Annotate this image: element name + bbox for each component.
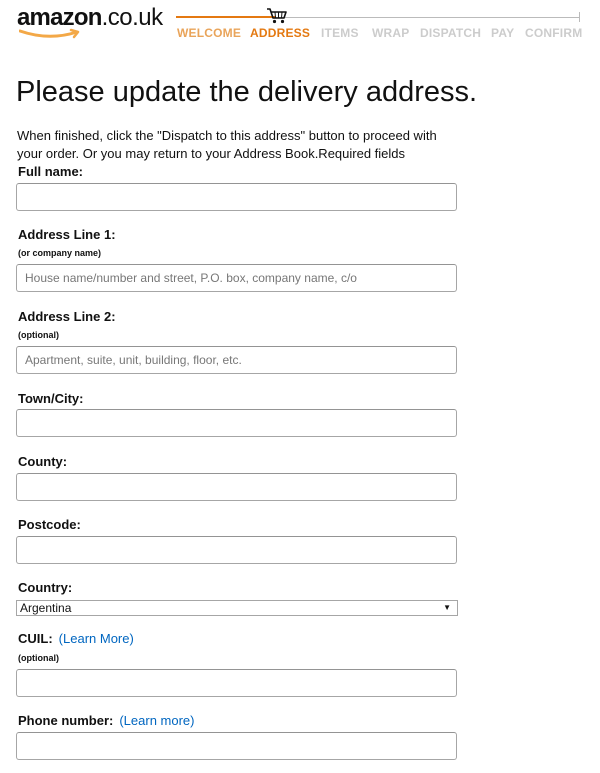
full-name-input[interactable] (16, 183, 457, 211)
progress-fill (176, 16, 276, 18)
address-line-2-note: (optional) (18, 330, 59, 340)
cuil-note: (optional) (18, 653, 59, 663)
address-line-1-label: Address Line 1: (18, 227, 116, 242)
cuil-label-text: CUIL: (18, 631, 53, 646)
country-label: Country: (18, 580, 73, 595)
address-line-2-input[interactable] (16, 346, 457, 374)
progress-end-tick (579, 12, 580, 22)
cuil-input[interactable] (16, 669, 457, 697)
address-line-1-note: (or company name) (18, 248, 102, 258)
county-input[interactable] (16, 473, 457, 501)
cuil-label: CUIL: (Learn More) (18, 631, 134, 646)
step-welcome[interactable]: WELCOME (177, 26, 241, 40)
step-pay: PAY (491, 26, 515, 40)
full-name-label: Full name: (18, 164, 84, 179)
step-wrap: WRAP (372, 26, 410, 40)
step-address: ADDRESS (250, 26, 311, 40)
dropdown-arrow-icon: ▼ (443, 603, 451, 612)
phone-input[interactable] (16, 732, 457, 760)
cart-icon (267, 8, 287, 24)
town-city-input[interactable] (16, 409, 457, 437)
intro-text: When finished, click the "Dispatch to th… (17, 128, 437, 161)
step-items: ITEMS (321, 26, 359, 40)
country-selected-value: Argentina (20, 601, 72, 615)
phone-label: Phone number: (Learn more) (18, 713, 194, 728)
postcode-input[interactable] (16, 536, 457, 564)
country-select[interactable]: Argentina ▼ (16, 600, 458, 616)
cuil-learn-more-link[interactable]: (Learn More) (59, 631, 134, 646)
town-city-label: Town/City: (18, 391, 84, 406)
address-line-2-label: Address Line 2: (18, 309, 116, 324)
step-confirm: CONFIRM (525, 26, 583, 40)
checkout-steps: WELCOME ADDRESS ITEMS WRAP DISPATCH PAY … (0, 26, 600, 42)
county-label: County: (18, 454, 68, 469)
phone-learn-more-link[interactable]: (Learn more) (119, 713, 194, 728)
postcode-label: Postcode: (18, 517, 81, 532)
phone-label-text: Phone number: (18, 713, 114, 728)
address-line-1-input[interactable] (16, 264, 457, 292)
step-dispatch: DISPATCH (420, 26, 482, 40)
page-title: Please update the delivery address. (16, 76, 478, 108)
